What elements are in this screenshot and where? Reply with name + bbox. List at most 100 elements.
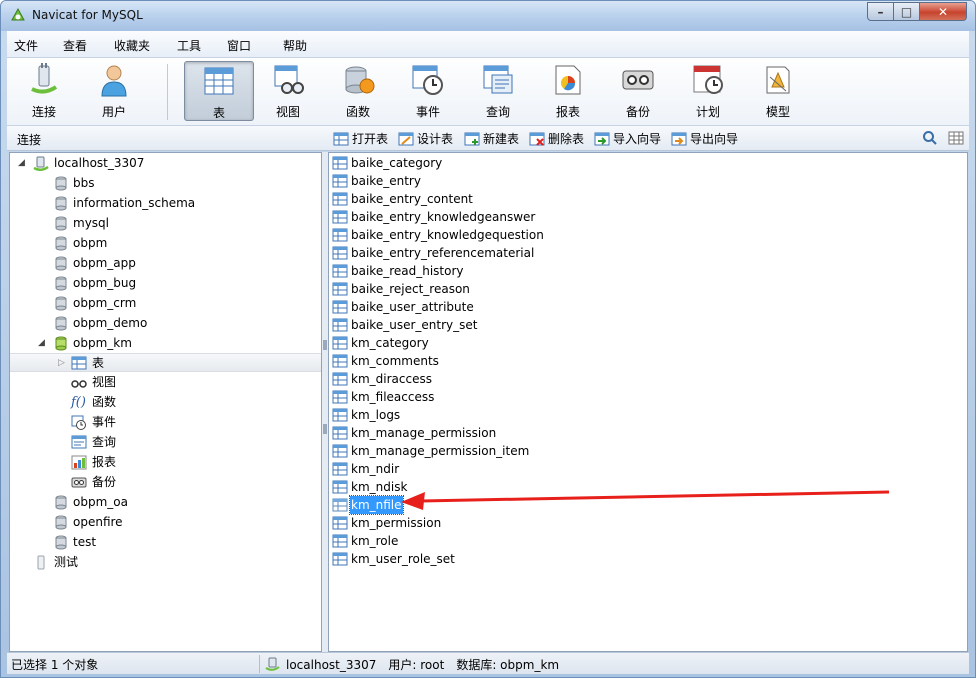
toolbar-event-button[interactable]: 事件 bbox=[395, 61, 461, 121]
menu-window[interactable]: 窗口 bbox=[227, 37, 251, 54]
table-name: km_logs bbox=[351, 408, 401, 422]
minimize-button[interactable]: – bbox=[867, 2, 894, 21]
tree-other-connection-label: 测试 bbox=[54, 555, 79, 569]
tree-queries-node[interactable]: 查询 bbox=[10, 433, 321, 452]
tree-database-node[interactable]: openfire bbox=[10, 513, 321, 532]
tree-open-database-label: obpm_km bbox=[73, 336, 132, 350]
expand-arrow-icon[interactable]: ▷ bbox=[58, 354, 68, 373]
import-wizard-icon bbox=[594, 132, 610, 145]
menu-file[interactable]: 文件 bbox=[14, 37, 38, 54]
toolbar-schedule-label: 计划 bbox=[695, 105, 720, 119]
table-icon bbox=[204, 67, 234, 95]
maximize-button[interactable]: □ bbox=[893, 2, 920, 21]
status-user: 用户: root bbox=[388, 658, 445, 672]
menu-favorites[interactable]: 收藏夹 bbox=[114, 37, 150, 54]
table-icon bbox=[332, 300, 348, 314]
toolbar-user-button[interactable]: 用户 bbox=[81, 61, 147, 121]
toolbar-event-label: 事件 bbox=[415, 105, 440, 119]
table-name: baike_user_entry_set bbox=[351, 318, 478, 332]
tree-reports-label: 报表 bbox=[92, 455, 117, 469]
toolbar-report-label: 报表 bbox=[555, 105, 580, 119]
toolbar-view-label: 视图 bbox=[275, 105, 300, 119]
toolbar-model-label: 模型 bbox=[765, 105, 790, 119]
tree-events-node[interactable]: 事件 bbox=[10, 413, 321, 432]
toolbar-query-button[interactable]: 查询 bbox=[465, 61, 531, 121]
toolbar-report-button[interactable]: 报表 bbox=[535, 61, 601, 121]
tree-database-node[interactable]: obpm_bug bbox=[10, 274, 321, 293]
toolbar-view-button[interactable]: 视图 bbox=[255, 61, 321, 121]
table-icon bbox=[332, 552, 348, 566]
delete-table-label: 删除表 bbox=[548, 132, 585, 146]
table-icon bbox=[332, 192, 348, 206]
toolbar-connect-button[interactable]: 连接 bbox=[11, 61, 77, 121]
import-wizard-button[interactable]: 导入向导 bbox=[594, 129, 661, 148]
connection-inactive-icon bbox=[37, 555, 45, 570]
database-icon bbox=[55, 176, 67, 191]
search-icon[interactable] bbox=[922, 130, 938, 146]
status-connection: localhost_3307 bbox=[286, 657, 377, 672]
table-icon bbox=[332, 354, 348, 368]
menu-view[interactable]: 查看 bbox=[63, 37, 87, 54]
tree-connection-node[interactable]: ◢ localhost_3307 bbox=[10, 154, 321, 173]
toolbar-table-button[interactable]: 表 bbox=[184, 61, 254, 121]
table-name: km_nfile bbox=[349, 495, 404, 515]
status-divider bbox=[259, 655, 260, 673]
toolbar-connect-label: 连接 bbox=[31, 105, 56, 119]
tree-database-node[interactable]: obpm_oa bbox=[10, 493, 321, 512]
tree-database-node[interactable]: obpm bbox=[10, 234, 321, 253]
delete-table-button[interactable]: 删除表 bbox=[529, 129, 584, 148]
table-icon bbox=[332, 462, 348, 476]
tree-backups-label: 备份 bbox=[92, 475, 117, 489]
tree-database-node[interactable]: obpm_app bbox=[10, 254, 321, 273]
backup-tape-icon bbox=[71, 477, 87, 488]
database-icon bbox=[55, 276, 67, 291]
table-name: km_permission bbox=[351, 516, 442, 530]
tree-database-label: obpm bbox=[73, 236, 108, 250]
toolbar-schedule-button[interactable]: 计划 bbox=[675, 61, 741, 121]
new-table-icon bbox=[464, 132, 480, 145]
collapse-arrow-icon[interactable]: ◢ bbox=[38, 334, 48, 353]
design-table-button[interactable]: 设计表 bbox=[398, 129, 453, 148]
tree-database-node[interactable]: obpm_demo bbox=[10, 314, 321, 333]
table-name: baike_entry_knowledgequestion bbox=[351, 228, 544, 242]
open-table-label: 打开表 bbox=[352, 132, 389, 146]
collapse-arrow-icon[interactable]: ◢ bbox=[18, 154, 28, 173]
window-title: Navicat for MySQL bbox=[32, 8, 143, 22]
toolbar-backup-button[interactable]: 备份 bbox=[605, 61, 671, 121]
tree-database-node[interactable]: obpm_crm bbox=[10, 294, 321, 313]
tree-database-node[interactable]: test bbox=[10, 533, 321, 552]
event-clock-icon bbox=[412, 65, 443, 95]
open-table-button[interactable]: 打开表 bbox=[333, 129, 388, 148]
tree-database-label: obpm_crm bbox=[73, 296, 137, 310]
tree-database-label: bbs bbox=[73, 176, 95, 190]
tree-database-node[interactable]: information_schema bbox=[10, 194, 321, 213]
table-icon bbox=[332, 408, 348, 422]
open-table-icon bbox=[333, 132, 349, 145]
table-name: baike_entry bbox=[351, 174, 421, 188]
tree-other-connection-node[interactable]: 测试 bbox=[10, 553, 321, 572]
toolbar-model-button[interactable]: 模型 bbox=[745, 61, 811, 121]
tree-database-node[interactable]: mysql bbox=[10, 214, 321, 233]
tree-backups-node[interactable]: 备份 bbox=[10, 473, 321, 492]
database-icon bbox=[55, 495, 67, 510]
table-name: km_user_role_set bbox=[351, 552, 455, 566]
tree-database-node[interactable]: bbs bbox=[10, 174, 321, 193]
export-wizard-button[interactable]: 导出向导 bbox=[671, 129, 738, 148]
menu-help[interactable]: 帮助 bbox=[283, 37, 307, 54]
toolbar-function-button[interactable]: 函数 bbox=[325, 61, 391, 121]
table-icon bbox=[332, 534, 348, 548]
backup-tape-icon bbox=[622, 70, 654, 90]
tree-tables-node[interactable]: ▷ 表 bbox=[10, 353, 321, 372]
menu-tools[interactable]: 工具 bbox=[177, 37, 201, 54]
tree-reports-node[interactable]: 报表 bbox=[10, 453, 321, 472]
close-button[interactable]: ✕ bbox=[919, 2, 967, 21]
grid-view-icon[interactable] bbox=[948, 130, 964, 146]
tree-functions-node[interactable]: f() 函数 bbox=[10, 393, 321, 412]
new-table-button[interactable]: 新建表 bbox=[464, 129, 519, 148]
toolbar-separator bbox=[167, 64, 168, 120]
tree-views-node[interactable]: 视图 bbox=[10, 373, 321, 392]
status-database: 数据库: obpm_km bbox=[456, 658, 560, 672]
main-toolbar: 连接 用户 表 视图 函数 事件 查询 报表 备份 计划 模型 bbox=[7, 58, 969, 126]
table-name: baike_reject_reason bbox=[351, 282, 470, 296]
tree-open-database-node[interactable]: ◢ obpm_km bbox=[10, 334, 321, 353]
